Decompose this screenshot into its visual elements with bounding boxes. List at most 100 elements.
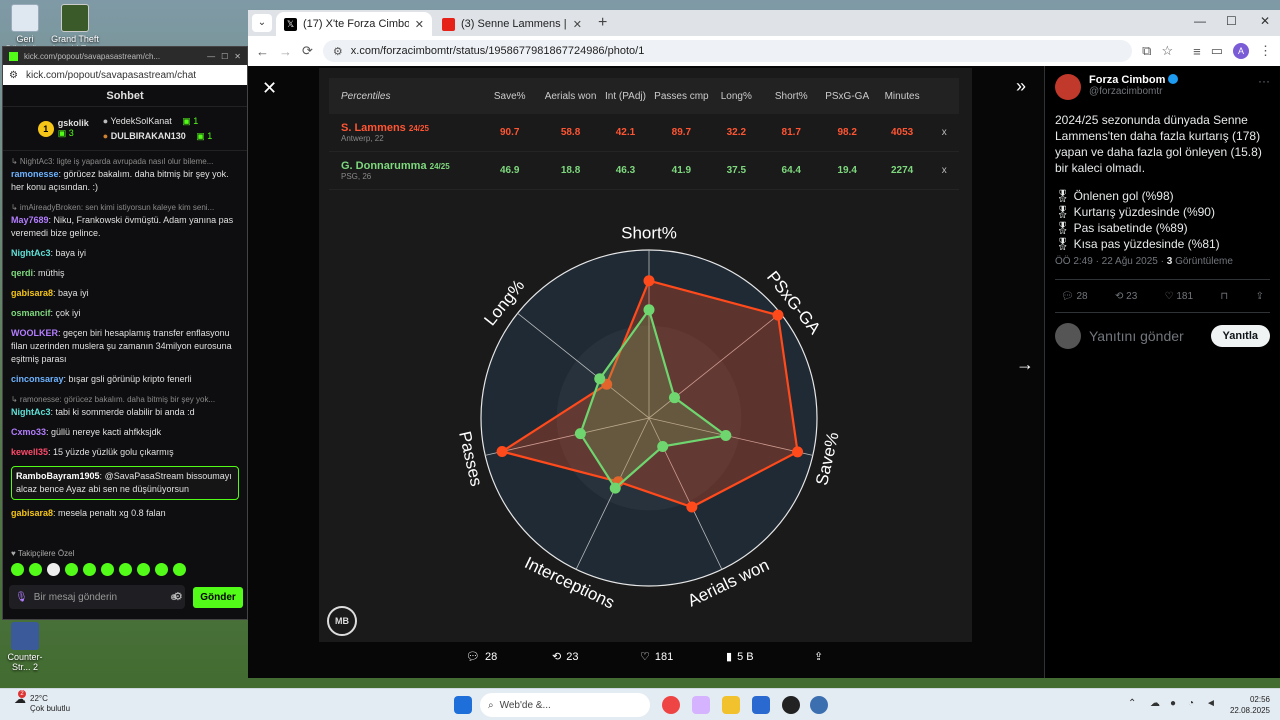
- emote-icon[interactable]: [101, 563, 114, 576]
- close-window-button[interactable]: ✕: [234, 52, 241, 61]
- reply-preview[interactable]: ↳ NightAc3: ligte iş yaparda avrupada na…: [11, 155, 239, 168]
- emote-icon[interactable]: [155, 563, 168, 576]
- chrome-icon[interactable]: [662, 696, 680, 714]
- chat-input[interactable]: 🎙︎ Bir mesaj gönderin ☻: [9, 585, 185, 609]
- chat-username[interactable]: gabisara8: [11, 288, 53, 298]
- app-icon[interactable]: [782, 696, 800, 714]
- tweet-time[interactable]: ÖÖ 2:49 · 22 Ağu 2025 ·: [1055, 256, 1167, 267]
- chat-username[interactable]: Cxmo33: [11, 427, 46, 437]
- microphone-icon[interactable]: ●: [1170, 698, 1176, 709]
- taskbar-search[interactable]: ⌕ Web'de &...: [480, 693, 650, 717]
- reply-preview[interactable]: ↳ imAireadyBroken: sen kimi istiyorsun k…: [11, 201, 239, 214]
- chat-username[interactable]: ramonesse: [11, 169, 59, 179]
- leader-first[interactable]: 1 gskolik ▣ 3: [37, 118, 89, 139]
- radar-point: [720, 430, 732, 442]
- leader-third[interactable]: ● DULBIRAKAN130 ▣ 1: [103, 129, 213, 144]
- reply-preview[interactable]: ↳ ramonesse: görücez bakalım. daha bitmi…: [11, 393, 239, 406]
- chat-username[interactable]: RamboBayram1905: [16, 471, 100, 481]
- maximize-button[interactable]: ☐: [1226, 14, 1237, 28]
- close-tab-icon[interactable]: ✕: [415, 18, 424, 31]
- back-icon[interactable]: ←: [256, 44, 269, 59]
- leader-second[interactable]: ● YedekSolKanat ▣ 1: [103, 114, 213, 129]
- chat-username[interactable]: NightAc3: [11, 407, 51, 417]
- bookmark-icon[interactable]: ⊓: [1220, 291, 1228, 302]
- tab-title: (3) Senne Lammens | Skills & G...: [461, 18, 567, 30]
- tab-x-post[interactable]: 𝕏 (17) X'te Forza Cimbom: "2024... ✕: [276, 12, 432, 36]
- clock[interactable]: 02:56 22.08.2025: [1230, 694, 1270, 716]
- file-explorer-icon[interactable]: [722, 696, 740, 714]
- views-action[interactable]: ▮ 5 B: [726, 650, 754, 664]
- like-action[interactable]: ♡ 181: [1165, 291, 1193, 302]
- desktop-icon-counter-strike[interactable]: Counter-Str... 2: [0, 622, 50, 672]
- tweet-meta: ÖÖ 2:49 · 22 Ağu 2025 · 3 Görüntüleme: [1045, 256, 1280, 267]
- chat-username[interactable]: osmancif: [11, 308, 51, 318]
- chat-username[interactable]: May7689: [11, 215, 49, 225]
- chat-username[interactable]: gabisara8: [11, 508, 53, 518]
- install-app-icon[interactable]: ⧉: [1142, 43, 1151, 59]
- address-bar[interactable]: ⚙ x.com/forzacimbomtr/status/19586779818…: [322, 40, 1133, 62]
- close-photo-icon[interactable]: ✕: [262, 78, 277, 99]
- reply-action[interactable]: 💬︎ 28: [466, 650, 497, 664]
- chat-username[interactable]: WOOLKER: [11, 328, 58, 338]
- bookmark-star-icon[interactable]: ☆: [1161, 43, 1173, 59]
- new-tab-button[interactable]: +: [598, 14, 607, 32]
- emote-icon[interactable]: [83, 563, 96, 576]
- copilot-icon[interactable]: [692, 696, 710, 714]
- reply-input[interactable]: Yanıtını gönder: [1089, 328, 1203, 344]
- onedrive-icon[interactable]: ☁: [1150, 698, 1160, 709]
- tray-overflow-icon[interactable]: ⌃: [1128, 698, 1136, 709]
- media-controls-icon[interactable]: ≡: [1193, 44, 1201, 59]
- repost-action[interactable]: ⟲ 23: [1115, 291, 1137, 302]
- author-avatar[interactable]: [1055, 74, 1081, 100]
- chat-username[interactable]: cinconsaray: [11, 374, 64, 384]
- chat-username[interactable]: qerdi: [11, 268, 33, 278]
- share-action[interactable]: ⇪: [814, 650, 823, 663]
- close-window-button[interactable]: ✕: [1260, 14, 1270, 28]
- reload-icon[interactable]: ⟳: [302, 43, 313, 59]
- settings-icon[interactable]: [810, 696, 828, 714]
- forward-icon[interactable]: →: [279, 44, 292, 59]
- split-view-icon[interactable]: ▭: [1211, 43, 1223, 59]
- next-photo-icon[interactable]: →: [1016, 354, 1034, 375]
- emote-icon[interactable]: [11, 563, 24, 576]
- author-handle[interactable]: @forzacimbomtr: [1089, 86, 1178, 97]
- author-name[interactable]: Forza Cimbom: [1089, 74, 1165, 86]
- minimize-button[interactable]: —: [207, 52, 215, 61]
- volume-icon[interactable]: ◄: [1206, 698, 1216, 709]
- site-info-icon[interactable]: ⚙: [9, 70, 18, 81]
- chat-username[interactable]: kewell35: [11, 447, 48, 457]
- emote-icon[interactable]: [173, 563, 186, 576]
- repost-action[interactable]: ⟲ 23: [552, 650, 578, 664]
- weather-widget[interactable]: ☁ 2 22°C Çok bulutlu: [14, 690, 70, 714]
- emote-icon[interactable]: [29, 563, 42, 576]
- emote-icon[interactable]: [65, 563, 78, 576]
- reply-button[interactable]: Yanıtla: [1210, 325, 1270, 347]
- close-tab-icon[interactable]: ✕: [573, 18, 582, 31]
- emote-icon[interactable]: [47, 563, 60, 576]
- minimize-button[interactable]: —: [1194, 14, 1206, 28]
- maximize-button[interactable]: ☐: [221, 52, 228, 61]
- emote-icon[interactable]: [137, 563, 150, 576]
- player-season: 24/25: [408, 124, 429, 133]
- collapse-panel-icon[interactable]: »: [1016, 76, 1026, 97]
- windows-start-icon[interactable]: [454, 696, 472, 714]
- emote-icon[interactable]: [119, 563, 132, 576]
- chat-settings-icon[interactable]: ⚙: [173, 590, 183, 603]
- share-icon[interactable]: ⇪: [1256, 291, 1264, 302]
- site-info-icon[interactable]: ⚙: [333, 45, 343, 58]
- tab-search-button[interactable]: ⌄: [252, 14, 272, 32]
- chat-message: ↳ imAireadyBroken: sen kimi istiyorsun k…: [11, 201, 239, 240]
- microphone-icon[interactable]: 🎙︎: [15, 592, 28, 603]
- chat-username[interactable]: NightAc3: [11, 248, 51, 258]
- chat-message: ↳ NightAc3: ligte iş yaparda avrupada na…: [11, 155, 239, 194]
- chrome-menu-icon[interactable]: ⋮: [1259, 43, 1272, 59]
- reply-action[interactable]: 💬︎ 28: [1061, 291, 1088, 302]
- like-action[interactable]: ♡ 181: [640, 650, 673, 664]
- more-options-icon[interactable]: ···: [1258, 74, 1270, 100]
- kick-url-bar[interactable]: ⚙ kick.com/popout/savapasastream/chat: [3, 65, 247, 85]
- store-icon[interactable]: [752, 696, 770, 714]
- profile-avatar[interactable]: A: [1233, 43, 1249, 59]
- tab-youtube[interactable]: (3) Senne Lammens | Skills & G... ✕: [434, 12, 590, 36]
- wifi-icon[interactable]: ◔: [1188, 698, 1194, 709]
- send-button[interactable]: Gönder: [193, 587, 243, 608]
